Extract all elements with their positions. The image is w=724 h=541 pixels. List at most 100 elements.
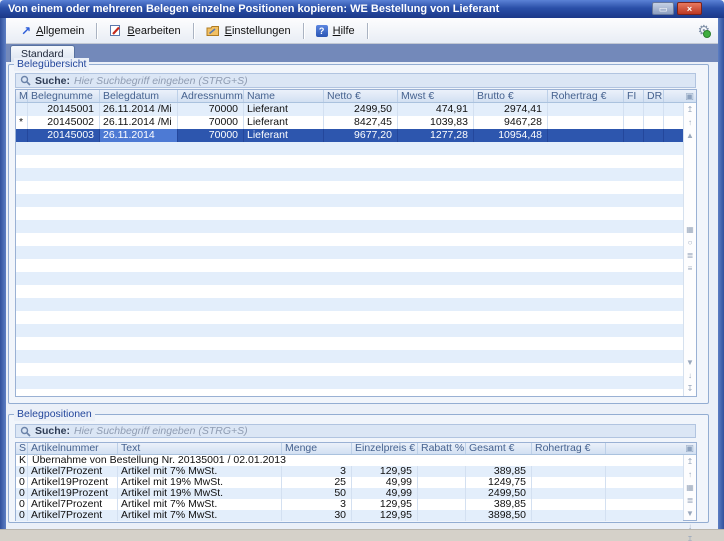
column-header[interactable]: Name [244, 90, 324, 102]
search-record-icon[interactable]: ○ [688, 239, 693, 247]
cell: 26.11.2014 /Mi [100, 116, 178, 129]
menu-hilfe-button[interactable]: ? Hilfe [307, 22, 364, 40]
column-header[interactable]: Belegdatum [100, 90, 178, 102]
cell: 20145002 [28, 116, 100, 129]
column-header[interactable]: S [16, 443, 28, 454]
cell [548, 116, 624, 129]
column-header[interactable]: Rohertrag € [548, 90, 624, 102]
document-grid: ▣ MBelegnummeBelegdatumAdressnummNameNet… [15, 89, 697, 397]
column-header[interactable]: Menge [282, 443, 352, 454]
window-border-bottom [0, 529, 724, 541]
tab-band: Standard [6, 44, 718, 62]
scroll-top-icon[interactable]: ↥ [687, 458, 694, 466]
scroll-bottom-icon[interactable]: ↧ [687, 385, 694, 393]
cell [644, 129, 664, 142]
column-header[interactable]: Netto € [324, 90, 398, 102]
page-down-icon[interactable]: ▼ [686, 510, 694, 518]
list-icon[interactable]: ≣ [687, 252, 694, 260]
column-header[interactable]: Brutto € [474, 90, 548, 102]
search-label: Suche: [35, 425, 70, 437]
cell: 70000 [178, 103, 244, 116]
column-header[interactable]: Text [118, 443, 282, 454]
cell: 0 [16, 477, 28, 488]
scroll-up-icon[interactable]: ↑ [688, 119, 692, 127]
column-header[interactable] [606, 443, 683, 454]
cell [606, 499, 683, 510]
page-up-icon[interactable]: ▲ [686, 132, 694, 140]
table-row[interactable]: 0Artikel19ProzentArtikel mit 19% MwSt.50… [16, 488, 683, 499]
column-header[interactable]: Gesamt € [466, 443, 532, 454]
cell: 474,91 [398, 103, 474, 116]
cell: Artikel19Prozent [28, 488, 118, 499]
table-row[interactable]: 0Artikel7ProzentArtikel mit 7% MwSt.3129… [16, 466, 683, 477]
grid-nav-strip: ↥ ↑ ▲ ▦ ○ ≣ ≡ ▼ ↓ ↧ [683, 103, 696, 396]
menu-einstellungen-button[interactable]: Einstellungen [197, 22, 300, 40]
column-header[interactable]: FI [624, 90, 644, 102]
cell: * [16, 116, 28, 129]
table-row[interactable]: 0Artikel19ProzentArtikel mit 19% MwSt.25… [16, 477, 683, 488]
menu-allgemein-button[interactable]: ↗ Allgemein [12, 22, 93, 40]
app-window: Von einem oder mehreren Belegen einzelne… [0, 0, 724, 541]
grid-header: ▣ MBelegnummeBelegdatumAdressnummNameNet… [16, 90, 696, 103]
column-header[interactable]: DR [644, 90, 664, 102]
cell: 9467,28 [474, 116, 548, 129]
cell [644, 116, 664, 129]
cell: 3 [282, 466, 352, 477]
table-row[interactable]: 0Artikel7ProzentArtikel mit 7% MwSt.3129… [16, 499, 683, 510]
column-header[interactable] [664, 90, 683, 102]
column-header[interactable]: Artikelnummer [28, 443, 118, 454]
column-header[interactable]: Mwst € [398, 90, 474, 102]
cell: 9677,20 [324, 129, 398, 142]
table-row[interactable]: 2014500326.11.201470000Lieferant9677,201… [16, 129, 683, 142]
cell: 2974,41 [474, 103, 548, 116]
cell [16, 103, 28, 116]
column-header[interactable]: Belegnumme [28, 90, 100, 102]
column-header[interactable]: Adressnumm [178, 90, 244, 102]
menu-bearbeiten-button[interactable]: Bearbeiten [100, 21, 189, 40]
edit-icon [109, 24, 122, 37]
search-placeholder: Hier Suchbegriff eingeben (STRG+S) [74, 425, 248, 437]
menu-label: Bearbeiten [127, 25, 180, 37]
search-input[interactable]: Suche: Hier Suchbegriff eingeben (STRG+S… [15, 73, 696, 88]
scroll-down-icon[interactable]: ↓ [688, 372, 692, 380]
keyboard-icon[interactable]: ▦ [686, 484, 694, 492]
column-header[interactable]: Rabatt % [418, 443, 466, 454]
menu-label: Hilfe [333, 25, 355, 37]
search-icon [20, 426, 31, 437]
refresh-settings-button[interactable]: ⚙ [697, 22, 710, 38]
scroll-top-icon[interactable]: ↥ [687, 106, 694, 114]
window-controls: ▭ × [652, 2, 702, 15]
scroll-down-icon[interactable]: ↓ [688, 523, 692, 531]
column-picker-icon[interactable]: ▣ [683, 443, 696, 454]
column-header[interactable]: Rohertrag € [532, 443, 606, 454]
cell [418, 499, 466, 510]
keyboard-icon[interactable]: ▦ [686, 226, 694, 234]
column-header[interactable]: Einzelpreis € [352, 443, 418, 454]
cell: 389,85 [466, 499, 532, 510]
positions-grid: ▣ SArtikelnummerTextMengeEinzelpreis €Ra… [15, 442, 697, 521]
arrow-up-right-icon: ↗ [21, 25, 31, 37]
toolbar-separator [303, 23, 304, 39]
grid-empty-area [16, 142, 683, 396]
list-icon[interactable]: ≣ [687, 497, 694, 505]
restore-button[interactable]: ▭ [652, 2, 674, 15]
close-button[interactable]: × [677, 2, 702, 15]
belegpositionen-group: Belegpositionen Suche: Hier Suchbegriff … [8, 414, 709, 523]
grid-rows: KÜbernahme von Bestellung Nr. 20135001 /… [16, 455, 683, 521]
filter-icon[interactable]: ≡ [688, 265, 693, 273]
cell: 26.11.2014 /Mi [100, 103, 178, 116]
cell: Artikel7Prozent [28, 510, 118, 521]
scroll-up-icon[interactable]: ↑ [688, 471, 692, 479]
column-header[interactable]: M [16, 90, 28, 102]
cell: 70000 [178, 129, 244, 142]
search-input[interactable]: Suche: Hier Suchbegriff eingeben (STRG+S… [15, 424, 696, 438]
table-row[interactable]: 2014500126.11.2014 /Mi70000Lieferant2499… [16, 103, 683, 116]
scroll-bottom-icon[interactable]: ↧ [687, 536, 694, 541]
table-row[interactable]: KÜbernahme von Bestellung Nr. 20135001 /… [16, 455, 683, 466]
cell [644, 103, 664, 116]
column-picker-icon[interactable]: ▣ [683, 90, 696, 102]
cell [418, 510, 466, 521]
table-row[interactable]: 0Artikel7ProzentArtikel mit 7% MwSt.3012… [16, 510, 683, 521]
table-row[interactable]: *2014500226.11.2014 /Mi70000Lieferant842… [16, 116, 683, 129]
page-down-icon[interactable]: ▼ [686, 359, 694, 367]
